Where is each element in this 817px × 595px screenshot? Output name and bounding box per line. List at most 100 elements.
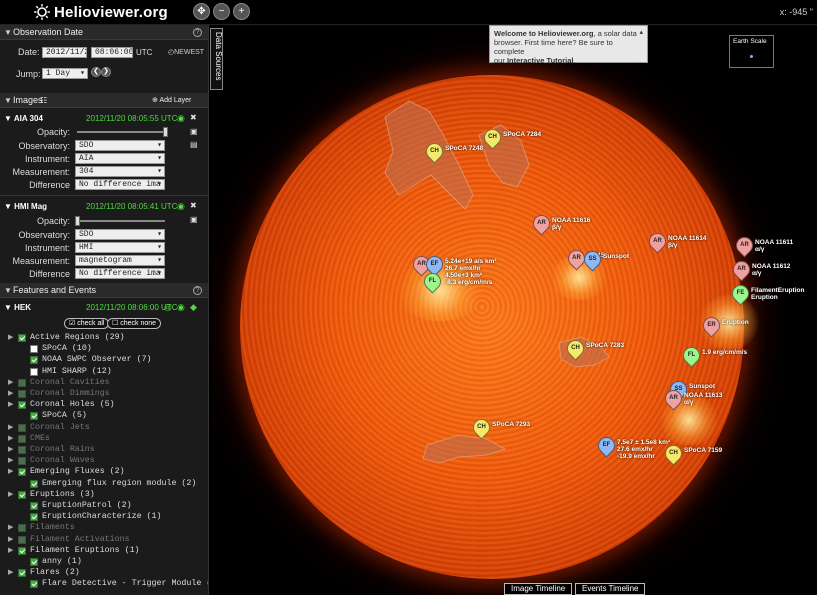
event-checkbox[interactable] [18, 390, 26, 398]
event-type-label[interactable]: Eruptions (3) [30, 490, 95, 499]
expand-icon[interactable]: ▶ [8, 523, 13, 531]
measurement-select[interactable]: 304 [75, 166, 165, 177]
settings-icon[interactable]: ◎ [164, 302, 172, 313]
event-type-label[interactable]: Filaments [30, 523, 75, 532]
event-type-label[interactable]: SPoCA (10) [42, 344, 92, 353]
event-type-label[interactable]: Coronal Rains [30, 445, 95, 454]
layer-name[interactable]: ▼ HMI Mag [4, 202, 47, 211]
event-checkbox[interactable] [30, 356, 38, 365]
opacity-slider-track[interactable] [77, 131, 165, 133]
event-type-label[interactable]: Coronal Holes (5) [30, 400, 115, 409]
label-tag-icon[interactable]: ◆ [190, 302, 197, 313]
event-type-label[interactable]: Flare Detective - Trigger Module (2) [42, 579, 208, 588]
event-checkbox[interactable] [18, 423, 26, 432]
event-checkbox[interactable] [30, 479, 38, 488]
event-checkbox[interactable] [30, 502, 38, 510]
expand-icon[interactable]: ▶ [8, 568, 13, 576]
expand-icon[interactable]: ▶ [8, 423, 13, 431]
earth-scale-box[interactable]: Earth Scale [729, 35, 774, 68]
help-icon[interactable]: ? [193, 28, 202, 37]
event-type-label[interactable]: Active Regions (29) [30, 333, 125, 342]
opacity-slider-track[interactable] [77, 220, 165, 222]
expand-icon[interactable]: ▶ [8, 546, 13, 554]
event-checkbox[interactable] [18, 457, 26, 466]
event-type-label[interactable]: Emerging Fluxes (2) [30, 467, 125, 476]
remove-layer-icon[interactable]: ✖ [190, 113, 197, 122]
event-type-label[interactable]: Coronal Cavities [30, 378, 110, 387]
event-checkbox[interactable] [18, 378, 26, 387]
features-events-header[interactable]: ▼ Features and Events ? [0, 283, 208, 298]
zoom-out-button[interactable]: − [213, 3, 230, 20]
event-checkbox[interactable] [18, 490, 26, 499]
help-icon[interactable]: ? [193, 286, 202, 295]
visibility-eye-icon[interactable]: ◉ [177, 113, 185, 124]
expand-icon[interactable]: ▶ [8, 378, 13, 386]
event-checkbox[interactable] [18, 468, 26, 477]
opacity-slider-handle[interactable] [163, 127, 168, 137]
instrument-select[interactable]: AIA [75, 153, 165, 164]
close-icon[interactable]: ▴ [639, 28, 643, 37]
event-type-label[interactable]: SPoCA (5) [42, 411, 87, 420]
difference-select[interactable]: No difference ima [75, 179, 165, 190]
event-type-label[interactable]: Filament Activations [30, 535, 130, 544]
event-type-label[interactable]: Emerging flux region module (2) [42, 479, 196, 488]
add-layer-button[interactable]: ⊕ Add Layer [152, 93, 191, 108]
measurement-select[interactable]: magnetogram [75, 255, 165, 266]
expand-icon[interactable]: ▶ [8, 434, 13, 442]
layer-name[interactable]: ▼ AIA 304 [4, 114, 43, 123]
expand-icon[interactable]: ▶ [8, 456, 13, 464]
expand-icon[interactable]: ▶ [8, 389, 13, 397]
event-type-label[interactable]: Flares (2) [30, 568, 80, 577]
event-checkbox[interactable] [30, 580, 38, 589]
event-checkbox[interactable] [18, 524, 26, 533]
event-checkbox[interactable] [18, 401, 26, 410]
difference-select[interactable]: No difference ima [75, 268, 165, 279]
download-icon[interactable]: ▣ [190, 215, 198, 224]
event-type-label[interactable]: NOAA SWPC Observer (7) [42, 355, 152, 364]
observatory-select[interactable]: SDO [75, 229, 165, 240]
event-type-label[interactable]: Coronal Waves [30, 456, 95, 465]
center-button[interactable]: ✥ [193, 3, 210, 20]
solar-viewport[interactable]: CH SPoCA 7248 CH SPoCA 7284 AR NOAA 11616 β/γ A… [209, 25, 817, 595]
info-icon[interactable]: ▤ [190, 140, 198, 149]
time-field[interactable]: 08:06:00 [91, 47, 133, 58]
check-none-button[interactable]: ☐ check none [107, 318, 162, 329]
expand-icon[interactable]: ▶ [8, 467, 13, 475]
zoom-in-button[interactable]: + [233, 3, 250, 20]
images-header[interactable]: ▼ Images ☷ ⊕ Add Layer [0, 93, 208, 108]
observatory-select[interactable]: SDO [75, 140, 165, 151]
date-field[interactable]: 2012/11/20 [42, 47, 87, 58]
data-sources-tab[interactable]: Data Sources [210, 28, 223, 90]
visibility-eye-icon[interactable]: ◉ [177, 201, 185, 212]
app-title[interactable]: Helioviewer.org [54, 4, 168, 21]
image-timeline-button[interactable]: Image Timeline [504, 583, 573, 595]
observation-date-header[interactable]: ▼ Observation Date ? [0, 25, 208, 40]
opacity-slider-handle[interactable] [75, 216, 80, 226]
newest-button[interactable]: ◴NEWEST [168, 48, 204, 56]
event-type-label[interactable]: Coronal Dimmings [30, 389, 110, 398]
event-type-label[interactable]: Coronal Jets [30, 423, 90, 432]
event-checkbox[interactable] [30, 367, 38, 376]
jump-back-icon[interactable]: ❮ [91, 67, 101, 77]
expand-icon[interactable]: ▶ [8, 445, 13, 453]
check-all-button[interactable]: ☑ check all [64, 318, 110, 329]
event-checkbox[interactable] [18, 546, 26, 555]
jump-select[interactable]: 1 Day [42, 68, 88, 79]
remove-layer-icon[interactable]: ✖ [190, 201, 197, 210]
event-type-label[interactable]: Filament Eruptions (1) [30, 546, 140, 555]
jump-forward-icon[interactable]: ❯ [101, 67, 111, 77]
visibility-eye-icon[interactable]: ◉ [177, 302, 185, 313]
event-checkbox[interactable] [18, 334, 26, 342]
download-icon[interactable]: ▣ [190, 127, 198, 136]
events-timeline-button[interactable]: Events Timeline [575, 583, 646, 595]
event-checkbox[interactable] [18, 446, 26, 454]
event-type-label[interactable]: CMEs [30, 434, 50, 443]
event-checkbox[interactable] [30, 513, 38, 522]
expand-icon[interactable]: ▶ [8, 490, 13, 498]
event-checkbox[interactable] [18, 434, 26, 443]
expand-icon[interactable]: ▶ [8, 535, 13, 543]
event-type-label[interactable]: EruptionPatrol (2) [42, 501, 132, 510]
event-checkbox[interactable] [30, 412, 38, 421]
event-type-label[interactable]: HMI SHARP (12) [42, 367, 112, 376]
event-checkbox[interactable] [30, 558, 38, 566]
